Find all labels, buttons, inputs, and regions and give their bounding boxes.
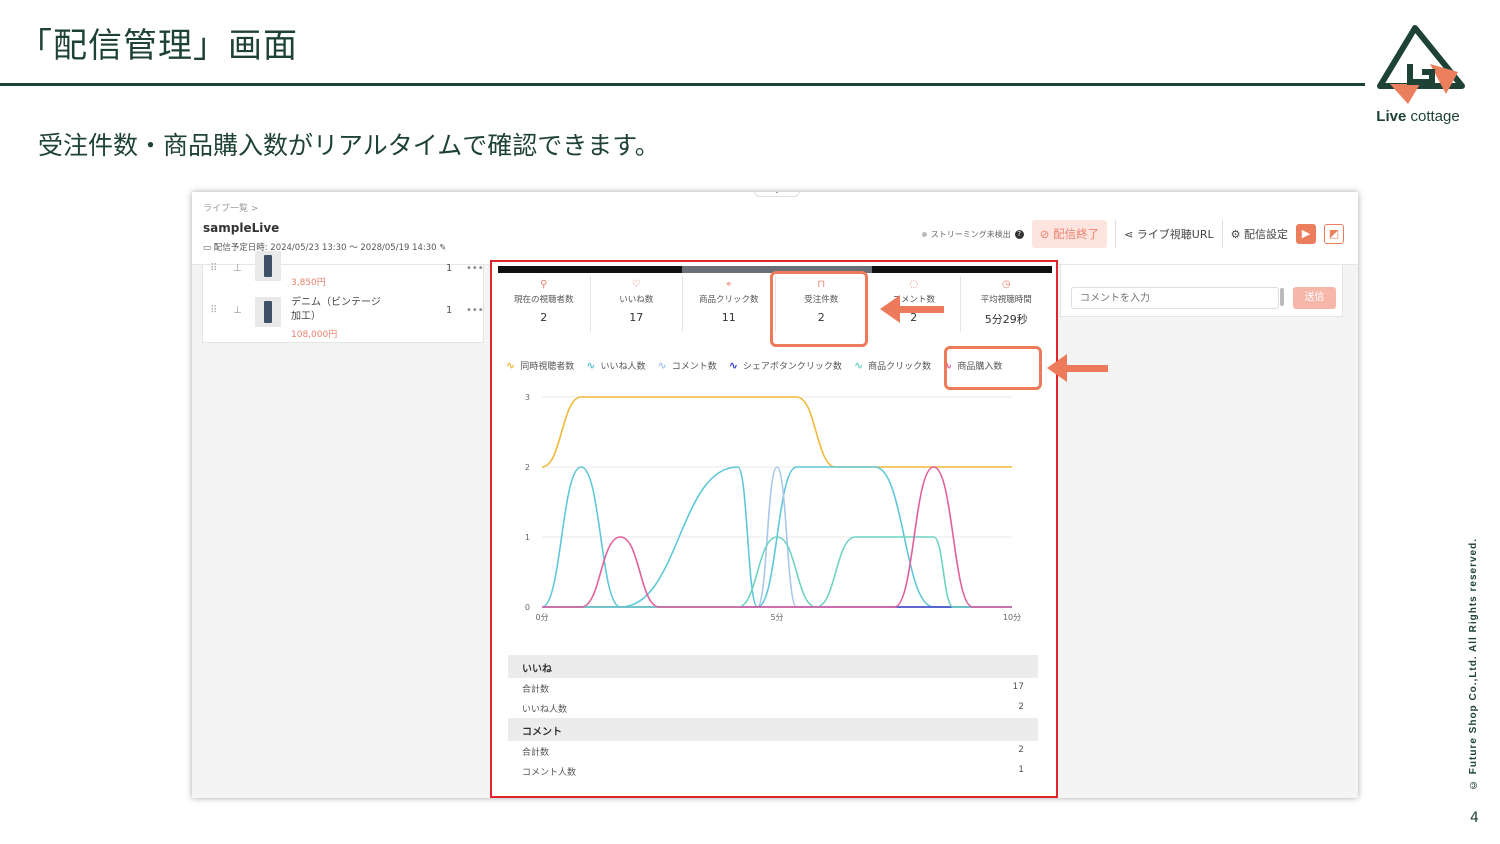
breadcrumb[interactable]: ライブ一覧 > xyxy=(203,201,258,214)
divider xyxy=(1221,220,1223,248)
chart-legend: ∿ 同時視聴者数 ∿ いいね人数 ∿ コメント数 ∿ シェアボタンクリック数 ∿ 商品クリック数 ∿… xyxy=(506,359,1002,372)
page-number: 4 xyxy=(1470,810,1479,826)
legend-item[interactable]: ∿ いいね人数 xyxy=(586,359,645,372)
stream-settings-button[interactable]: ⚙ 配信設定 xyxy=(1231,226,1288,242)
x-tick-label: 10分 xyxy=(1003,613,1021,622)
share-icon: ⋖ xyxy=(1124,228,1134,241)
legend-wave-icon: ∿ xyxy=(586,359,596,372)
metrics-line-chart: 0 1 2 3 0分 5分 10分 xyxy=(525,393,1021,622)
y-tick-label: 1 xyxy=(525,533,530,542)
product-price: 3,850円 xyxy=(291,278,326,288)
product-list: ⠿ ⊥ 3,850円 1 ••• ⠿ ⊥ デニム（ビンテージ 加工） 108,00… xyxy=(202,251,484,343)
y-tick-label: 3 xyxy=(525,393,530,402)
summary-row: 合計数 2 xyxy=(522,745,1024,758)
gear-icon: ⚙ xyxy=(1230,228,1241,241)
series-line xyxy=(541,396,1012,468)
x-tick-label: 0分 xyxy=(535,613,548,622)
preview-play-icon[interactable]: ▶ xyxy=(1296,224,1316,244)
pin-icon[interactable]: ⊥ xyxy=(233,305,242,316)
pin-icon[interactable]: ⊥ xyxy=(233,263,242,274)
help-icon[interactable]: ? xyxy=(1014,229,1024,239)
x-tick-label: 5分 xyxy=(770,613,783,622)
copyright: © Future Shop Co.,Ltd. All Rights reserv… xyxy=(1468,538,1479,790)
product-price: 108,000円 xyxy=(291,330,338,340)
click-icon: ⌖ xyxy=(725,279,732,290)
legend-item[interactable]: ∿ コメント数 xyxy=(657,359,716,372)
logo-text: Live cottage xyxy=(1376,108,1460,125)
header-actions: ストリーミング未検出 ? ⊘ 配信終了 ⋖ ライブ視聴URL ⚙ 配信設定 ▶ … xyxy=(921,220,1344,248)
stat-product-clicks: ⌖ 商品クリック数 11 xyxy=(683,276,776,332)
product-thumbnail xyxy=(255,251,281,281)
send-button[interactable]: 送信 xyxy=(1293,287,1336,309)
live-name: sampleLive xyxy=(203,221,280,235)
legend-wave-icon: ∿ xyxy=(506,359,516,372)
scrollbar[interactable] xyxy=(1280,288,1284,306)
product-thumbnail xyxy=(255,297,281,327)
product-qty: 1 xyxy=(446,263,453,274)
stat-likes: ♡ いいね数 17 xyxy=(591,276,683,332)
legend-item[interactable]: ∿ 同時視聴者数 xyxy=(506,359,574,372)
stat-avg-watch-time: ◷ 平均視聴時間 5分29秒 xyxy=(961,276,1053,332)
summary-row: 合計数 17 xyxy=(522,682,1024,695)
orders-arrow-icon xyxy=(880,295,944,323)
stat-viewers: ⚲ 現在の視聴者数 2 xyxy=(498,276,591,332)
product-qty: 1 xyxy=(446,305,453,316)
summary-row: コメント人数 1 xyxy=(522,765,1024,778)
legend-item[interactable]: ∿ シェアボタンクリック数 xyxy=(729,359,842,372)
more-icon[interactable]: ••• xyxy=(466,305,484,316)
y-tick-label: 2 xyxy=(525,463,530,472)
clock-icon: ◷ xyxy=(1001,279,1011,290)
collapse-tab[interactable]: ⌄ xyxy=(754,192,800,197)
purchases-highlight-box xyxy=(944,346,1042,390)
drag-handle-icon[interactable]: ⠿ xyxy=(210,305,217,316)
divider xyxy=(1115,220,1117,248)
summary-table: いいね 合計数 17 いいね人数 2 コメント 合計数 2 コメント人数 1 xyxy=(508,655,1038,781)
analytics-view-icon[interactable]: ◩ xyxy=(1324,224,1344,244)
watch-url-button[interactable]: ⋖ ライブ視聴URL xyxy=(1124,226,1214,242)
slide-title: 「配信管理」画面 xyxy=(18,26,298,66)
status-dot-icon xyxy=(921,231,927,237)
heart-icon: ♡ xyxy=(631,279,641,290)
y-tick-label: 0 xyxy=(525,603,530,612)
product-row[interactable]: ⠿ ⊥ デニム（ビンテージ 加工） 108,000円 1 ••• xyxy=(203,293,484,340)
legend-wave-icon: ∿ xyxy=(657,359,667,372)
product-row[interactable]: ⠿ ⊥ 3,850円 1 ••• xyxy=(203,251,484,291)
legend-wave-icon: ∿ xyxy=(853,359,864,372)
legend-wave-icon: ∿ xyxy=(728,359,738,372)
product-name: デニム（ビンテージ 加工） xyxy=(291,297,381,322)
more-icon[interactable]: ••• xyxy=(466,263,484,274)
legend-item[interactable]: ∿ 商品クリック数 xyxy=(854,359,931,372)
viewer-icon: ⚲ xyxy=(540,279,548,290)
title-divider xyxy=(0,83,1365,86)
slide-subtitle: 受注件数・商品購入数がリアルタイムで確認できます。 xyxy=(38,131,660,160)
end-stream-button[interactable]: ⊘ 配信終了 xyxy=(1031,220,1108,248)
drag-handle-icon[interactable]: ⠿ xyxy=(210,263,217,274)
summary-comments-heading: コメント xyxy=(508,718,1038,741)
comment-panel: 送信 xyxy=(1060,265,1343,317)
comment-icon: ◌ xyxy=(909,279,919,290)
orders-highlight-box xyxy=(770,271,868,347)
comment-input[interactable] xyxy=(1071,287,1279,309)
stream-status: ストリーミング未検出 ? xyxy=(921,229,1024,240)
summary-row: いいね人数 2 xyxy=(522,702,1024,715)
summary-likes-heading: いいね xyxy=(508,655,1038,678)
purchases-arrow-icon xyxy=(1047,354,1108,382)
